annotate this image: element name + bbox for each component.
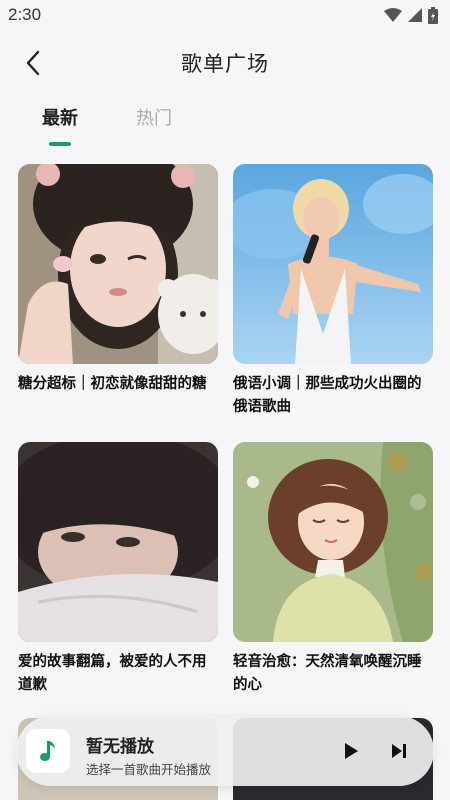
next-button[interactable] [386, 738, 412, 764]
back-button[interactable] [18, 48, 48, 78]
playlist-title: 轻音治愈：天然清氧唤醒沉睡的心 [233, 654, 422, 693]
status-bar: 2:30 [0, 0, 450, 30]
status-icons [384, 6, 438, 24]
mini-player[interactable]: 暂无播放 选择一首歌曲开始播放 [16, 716, 434, 786]
playlist-card[interactable]: 俄语小调｜那些成功火出圈的俄语歌曲 [233, 164, 433, 419]
player-track-subtitle: 选择一首歌曲开始播放 [86, 762, 212, 777]
page-title: 歌单广场 [181, 52, 269, 76]
playlist-cover-image [18, 442, 218, 642]
playlist-card[interactable]: 糖分超标｜初恋就像甜甜的糖 [18, 164, 218, 396]
music-note-icon [40, 741, 55, 761]
active-tab-indicator [49, 142, 71, 146]
back-arrow-icon [26, 50, 40, 76]
status-time: 2:30 [8, 5, 42, 24]
play-icon [345, 743, 358, 759]
playlist-card[interactable]: 爱的故事翻篇，被爱的人不用道歉 [18, 442, 218, 697]
playlist-cover-image [18, 164, 218, 364]
wifi-icon [384, 8, 402, 22]
playlist-title: 糖分超标｜初恋就像甜甜的糖 [18, 376, 207, 392]
player-artwork [26, 729, 70, 773]
play-button[interactable] [338, 738, 364, 764]
signal-icon [408, 8, 422, 22]
player-track-title: 暂无播放 [86, 737, 154, 757]
tab-latest[interactable]: 最新 [42, 104, 78, 130]
playlist-card[interactable]: 轻音治愈：天然清氧唤醒沉睡的心 [233, 442, 433, 697]
battery-icon [428, 6, 438, 24]
playlist-cover-image [233, 164, 433, 364]
tab-bar: 最新 热门 [0, 104, 450, 148]
skip-next-icon [392, 744, 406, 758]
tab-popular[interactable]: 热门 [136, 104, 172, 130]
playlist-title: 俄语小调｜那些成功火出圈的俄语歌曲 [233, 376, 422, 415]
header: 歌单广场 [0, 40, 450, 86]
playlist-title: 爱的故事翻篇，被爱的人不用道歉 [18, 654, 207, 693]
playlist-cover-image [233, 442, 433, 642]
